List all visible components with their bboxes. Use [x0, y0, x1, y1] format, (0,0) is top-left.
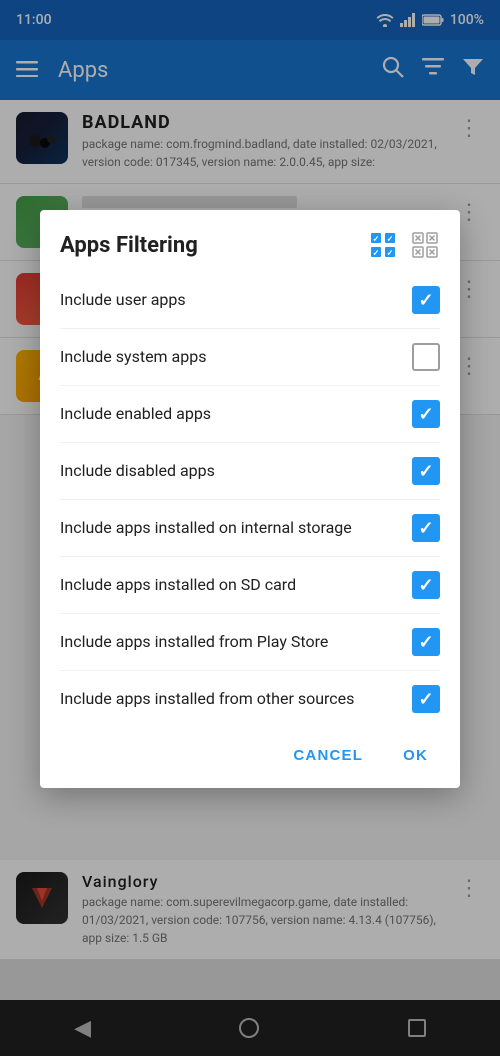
filter-row-user-apps: Include user apps: [60, 272, 440, 329]
filter-row-disabled-apps: Include disabled apps: [60, 443, 440, 500]
dialog-header-icons: ✓ ✓ ✓ ✓: [368, 230, 440, 260]
filter-label-internal-storage: Include apps installed on internal stora…: [60, 517, 412, 539]
filter-label-enabled-apps: Include enabled apps: [60, 403, 412, 425]
filter-row-enabled-apps: Include enabled apps: [60, 386, 440, 443]
apps-filtering-dialog: Apps Filtering ✓ ✓ ✓ ✓: [40, 210, 460, 788]
filter-row-sd-card: Include apps installed on SD card: [60, 557, 440, 614]
dialog-body: Include user apps Include system apps In…: [40, 272, 460, 727]
filter-label-disabled-apps: Include disabled apps: [60, 460, 412, 482]
checkbox-user-apps[interactable]: [412, 286, 440, 314]
filter-label-other-sources: Include apps installed from other source…: [60, 688, 412, 710]
filter-row-internal-storage: Include apps installed on internal stora…: [60, 500, 440, 557]
filter-row-system-apps: Include system apps: [60, 329, 440, 386]
svg-text:✓: ✓: [373, 235, 380, 244]
checkbox-other-sources[interactable]: [412, 685, 440, 713]
ok-button[interactable]: OK: [387, 739, 444, 772]
dialog-header: Apps Filtering ✓ ✓ ✓ ✓: [40, 210, 460, 272]
checkbox-system-apps[interactable]: [412, 343, 440, 371]
svg-text:✓: ✓: [387, 235, 394, 244]
filter-row-play-store: Include apps installed from Play Store: [60, 614, 440, 671]
svg-text:✓: ✓: [387, 249, 394, 258]
filter-row-other-sources: Include apps installed from other source…: [60, 671, 440, 727]
select-all-button[interactable]: ✓ ✓ ✓ ✓: [368, 230, 398, 260]
checkbox-disabled-apps[interactable]: [412, 457, 440, 485]
dialog-actions: CANCEL OK: [40, 727, 460, 788]
cancel-button[interactable]: CANCEL: [277, 739, 379, 772]
checkbox-play-store[interactable]: [412, 628, 440, 656]
filter-label-system-apps: Include system apps: [60, 346, 412, 368]
filter-label-play-store: Include apps installed from Play Store: [60, 631, 412, 653]
checkbox-enabled-apps[interactable]: [412, 400, 440, 428]
checkbox-internal-storage[interactable]: [412, 514, 440, 542]
filter-label-sd-card: Include apps installed on SD card: [60, 574, 412, 596]
dialog-title: Apps Filtering: [60, 233, 198, 258]
filter-label-user-apps: Include user apps: [60, 289, 412, 311]
checkbox-sd-card[interactable]: [412, 571, 440, 599]
svg-text:✓: ✓: [373, 249, 380, 258]
deselect-all-button[interactable]: [410, 230, 440, 260]
